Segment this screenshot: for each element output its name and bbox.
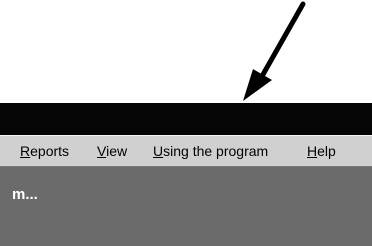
menu-item-using-the-program-label: sing the program (163, 143, 269, 159)
menu-item-help[interactable]: Help (307, 143, 336, 160)
menu-item-reports-label: eports (30, 143, 70, 159)
menu-item-reports-accel: R (20, 143, 31, 159)
pointer-arrow-icon (243, 1, 306, 101)
menu-item-reports[interactable]: Reports (20, 143, 69, 160)
client-area: m... (0, 167, 372, 246)
menu-item-view-accel: V (97, 143, 107, 159)
menu-item-help-accel: H (307, 143, 318, 159)
menu-bar: Reports View Using the program Help (0, 135, 372, 167)
menu-item-view-label: iew (106, 143, 128, 159)
menu-item-using-the-program[interactable]: Using the program (153, 143, 268, 160)
menu-item-help-label: elp (317, 143, 336, 159)
window-title-bar (0, 103, 372, 135)
menu-item-using-the-program-accel: U (153, 143, 164, 159)
partial-caption-text: m... (12, 186, 38, 203)
menu-item-view[interactable]: View (97, 143, 127, 160)
